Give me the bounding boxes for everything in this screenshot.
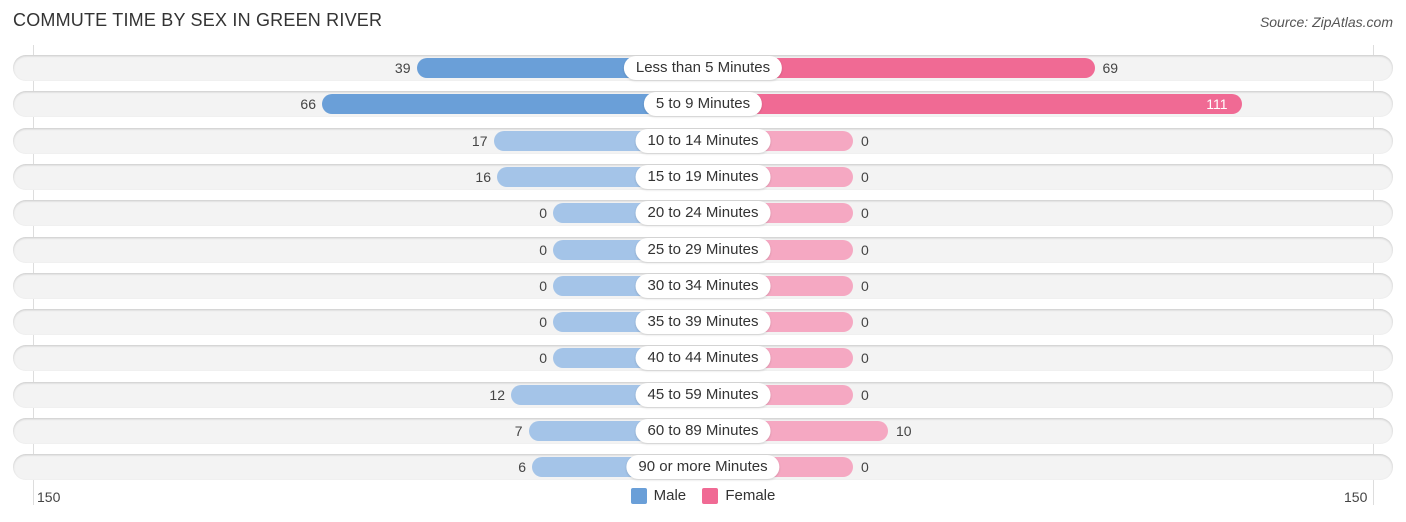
- value-label-female: 0: [861, 205, 869, 222]
- value-label-female: 0: [861, 386, 869, 403]
- value-label-male: 16: [475, 168, 491, 185]
- category-label: 90 or more Minutes: [626, 455, 780, 480]
- value-label-female: 0: [861, 168, 869, 185]
- category-label: 45 to 59 Minutes: [635, 382, 771, 407]
- value-label-female: 0: [861, 459, 869, 476]
- chart-root: COMMUTE TIME BY SEX IN GREEN RIVER Sourc…: [0, 0, 1406, 522]
- value-label-female: 69: [1102, 60, 1119, 76]
- category-label: 60 to 89 Minutes: [635, 419, 771, 443]
- value-label-female: 0: [861, 350, 869, 367]
- category-label: 5 to 9 Minutes: [643, 92, 763, 117]
- source-label: Source: ZipAtlas.com: [1259, 14, 1393, 30]
- category-label: Less than 5 Minutes: [623, 56, 783, 80]
- category-label: 20 to 24 Minutes: [635, 201, 771, 226]
- value-label-male: 12: [489, 386, 505, 403]
- value-label-male: 7: [514, 423, 523, 439]
- value-label-female: 0: [861, 132, 869, 149]
- legend-swatch-female: [702, 487, 719, 504]
- value-label-female: 0: [861, 277, 869, 294]
- category-label: 30 to 34 Minutes: [635, 273, 771, 298]
- category-label: 15 to 19 Minutes: [635, 164, 771, 189]
- chart-title: COMMUTE TIME BY SEX IN GREEN RIVER: [13, 10, 383, 30]
- value-label-male: 0: [539, 314, 547, 331]
- legend-label-male: Male: [653, 487, 687, 504]
- value-label-male: 6: [518, 459, 526, 476]
- legend-swatch-male: [630, 487, 647, 504]
- category-label: 10 to 14 Minutes: [635, 128, 771, 153]
- value-label-male: 66: [300, 96, 316, 113]
- value-label-female: 0: [861, 314, 869, 331]
- legend: Male Female: [0, 487, 1406, 508]
- bar-female[interactable]: [703, 94, 1242, 115]
- value-label-male: 17: [471, 132, 488, 149]
- legend-item-male[interactable]: Male: [630, 487, 687, 504]
- value-label-male: 0: [539, 205, 547, 222]
- category-label: 25 to 29 Minutes: [635, 237, 771, 262]
- value-label-male: 39: [394, 60, 411, 76]
- value-label-male: 0: [539, 350, 547, 367]
- value-label-female: 0: [861, 241, 869, 258]
- value-label-male: 0: [539, 241, 547, 258]
- legend-label-female: Female: [725, 487, 776, 504]
- value-label-male: 0: [539, 277, 547, 294]
- value-label-female: 111: [1206, 96, 1228, 113]
- legend-item-female[interactable]: Female: [702, 487, 775, 504]
- value-label-female: 10: [896, 423, 912, 439]
- category-label: 35 to 39 Minutes: [635, 310, 771, 335]
- category-label: 40 to 44 Minutes: [635, 346, 771, 371]
